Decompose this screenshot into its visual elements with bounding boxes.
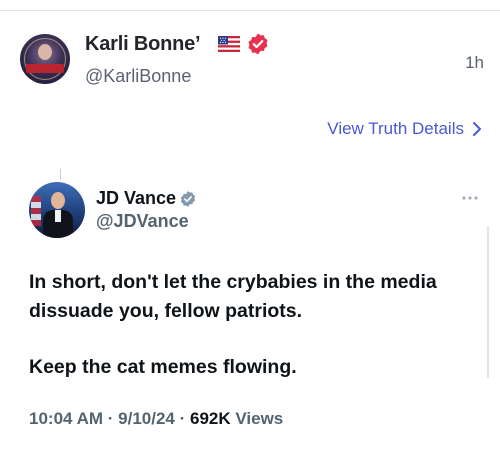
views-label: Views	[235, 409, 284, 428]
tweet-date[interactable]: 9/10/24	[118, 409, 175, 428]
tweet-text-line: Keep the cat memes flowing.	[29, 356, 297, 378]
tweet-meta: 10:04 AM · 9/10/24 · 692K Views	[29, 409, 283, 429]
more-options-icon[interactable]	[460, 195, 480, 201]
tweet-verified-badge-icon	[180, 191, 196, 207]
tweet-author-name[interactable]: JD Vance	[96, 188, 176, 209]
author-name[interactable]: Karli Bonne’	[85, 33, 201, 56]
chevron-right-icon	[473, 122, 481, 136]
meta-separator: ·	[179, 409, 190, 428]
tweet-text-line: dissuade you, fellow patriots.	[29, 300, 303, 322]
top-divider	[0, 10, 500, 11]
views-count: 692K	[190, 409, 231, 428]
tweet-author-handle[interactable]: @JDVance	[96, 211, 189, 232]
post-time: 1h	[465, 53, 484, 72]
author-avatar[interactable]	[20, 34, 70, 84]
tweet-author-avatar[interactable]	[29, 182, 85, 238]
author-handle[interactable]: @KarliBonne	[85, 66, 191, 87]
us-flag-icon	[218, 36, 240, 52]
tweet-time[interactable]: 10:04 AM	[29, 409, 103, 428]
tweet-text-line: In short, don't let the crybabies in the…	[29, 271, 437, 293]
meta-separator: ·	[107, 409, 119, 428]
thread-line	[60, 169, 61, 179]
view-truth-details-link[interactable]: View Truth Details	[327, 119, 482, 139]
view-truth-details-label: View Truth Details	[327, 119, 464, 138]
verified-badge-icon	[248, 33, 268, 55]
scrollbar[interactable]	[487, 226, 489, 378]
